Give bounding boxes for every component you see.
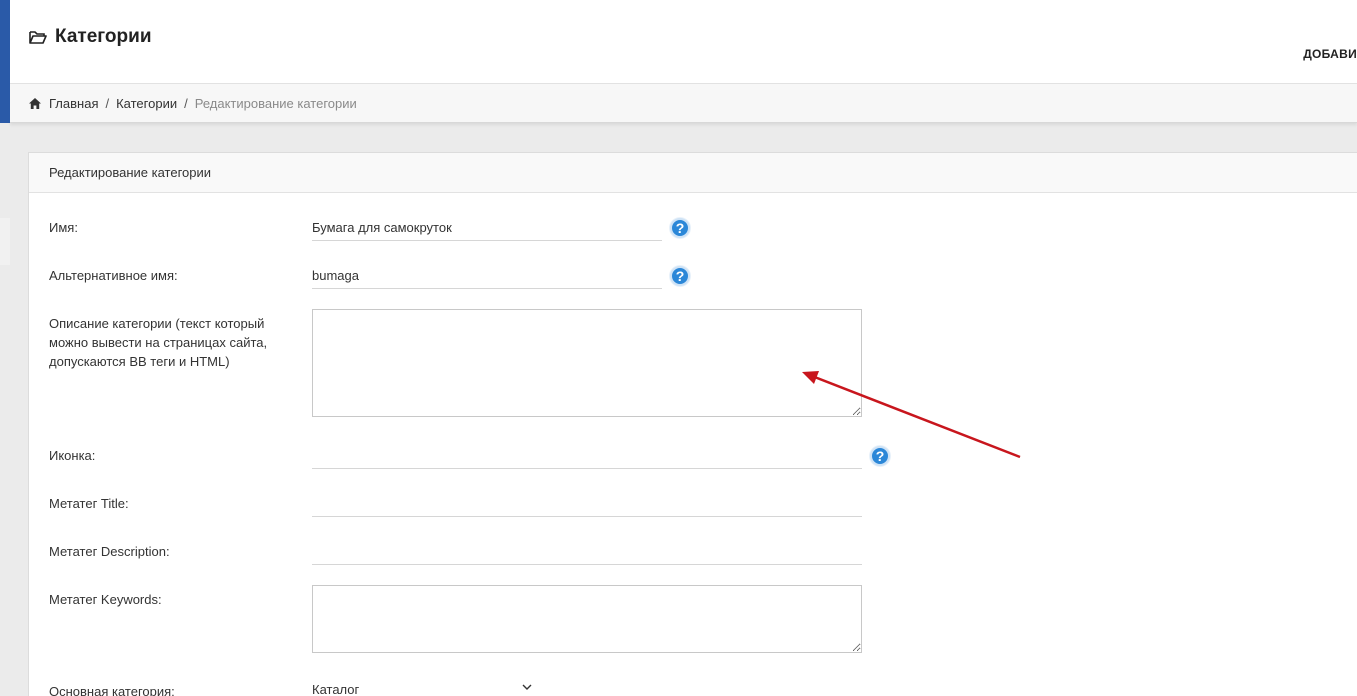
top-header: Категории ДОБАВИ bbox=[10, 0, 1357, 84]
add-button[interactable]: ДОБАВИ bbox=[1303, 47, 1357, 61]
chevron-down-icon bbox=[522, 684, 532, 690]
parent-category-label: Основная категория: bbox=[49, 684, 175, 696]
breadcrumb: Главная / Категории / Редактирование кат… bbox=[10, 84, 1357, 123]
meta-keywords-textarea[interactable] bbox=[312, 585, 862, 653]
alt-name-label: Альтернативное имя: bbox=[49, 268, 178, 283]
help-icon[interactable]: ? bbox=[870, 446, 890, 466]
meta-keywords-label: Метатег Keywords: bbox=[49, 592, 162, 607]
breadcrumb-categories-link[interactable]: Категории bbox=[116, 96, 177, 111]
icon-label: Иконка: bbox=[49, 448, 96, 463]
breadcrumb-current: Редактирование категории bbox=[194, 95, 357, 111]
meta-description-label: Метатег Description: bbox=[49, 544, 170, 559]
name-input[interactable] bbox=[312, 215, 662, 241]
help-icon[interactable]: ? bbox=[670, 218, 690, 238]
meta-title-input[interactable] bbox=[312, 491, 862, 517]
home-icon bbox=[29, 97, 41, 109]
panel-title: Редактирование категории bbox=[29, 153, 1357, 193]
help-icon[interactable]: ? bbox=[670, 266, 690, 286]
breadcrumb-home-link[interactable]: Главная bbox=[49, 96, 98, 111]
description-label: Описание категории (текст который можно … bbox=[49, 316, 268, 369]
icon-input[interactable] bbox=[312, 443, 862, 469]
sidebar-fragment bbox=[0, 218, 10, 265]
alt-name-input[interactable] bbox=[312, 263, 662, 289]
breadcrumb-separator: / bbox=[105, 95, 110, 111]
parent-category-select[interactable]: Каталог bbox=[312, 682, 534, 696]
meta-title-label: Метатег Title: bbox=[49, 496, 129, 511]
sidebar-edge bbox=[0, 0, 10, 123]
description-textarea[interactable] bbox=[312, 309, 862, 417]
folder-open-icon bbox=[29, 31, 47, 44]
name-label: Имя: bbox=[49, 220, 78, 235]
parent-category-value: Каталог bbox=[312, 682, 360, 696]
page-title-text: Категории bbox=[55, 26, 152, 47]
page-title: Категории bbox=[29, 26, 152, 48]
meta-description-input[interactable] bbox=[312, 539, 862, 565]
breadcrumb-separator: / bbox=[184, 95, 188, 111]
